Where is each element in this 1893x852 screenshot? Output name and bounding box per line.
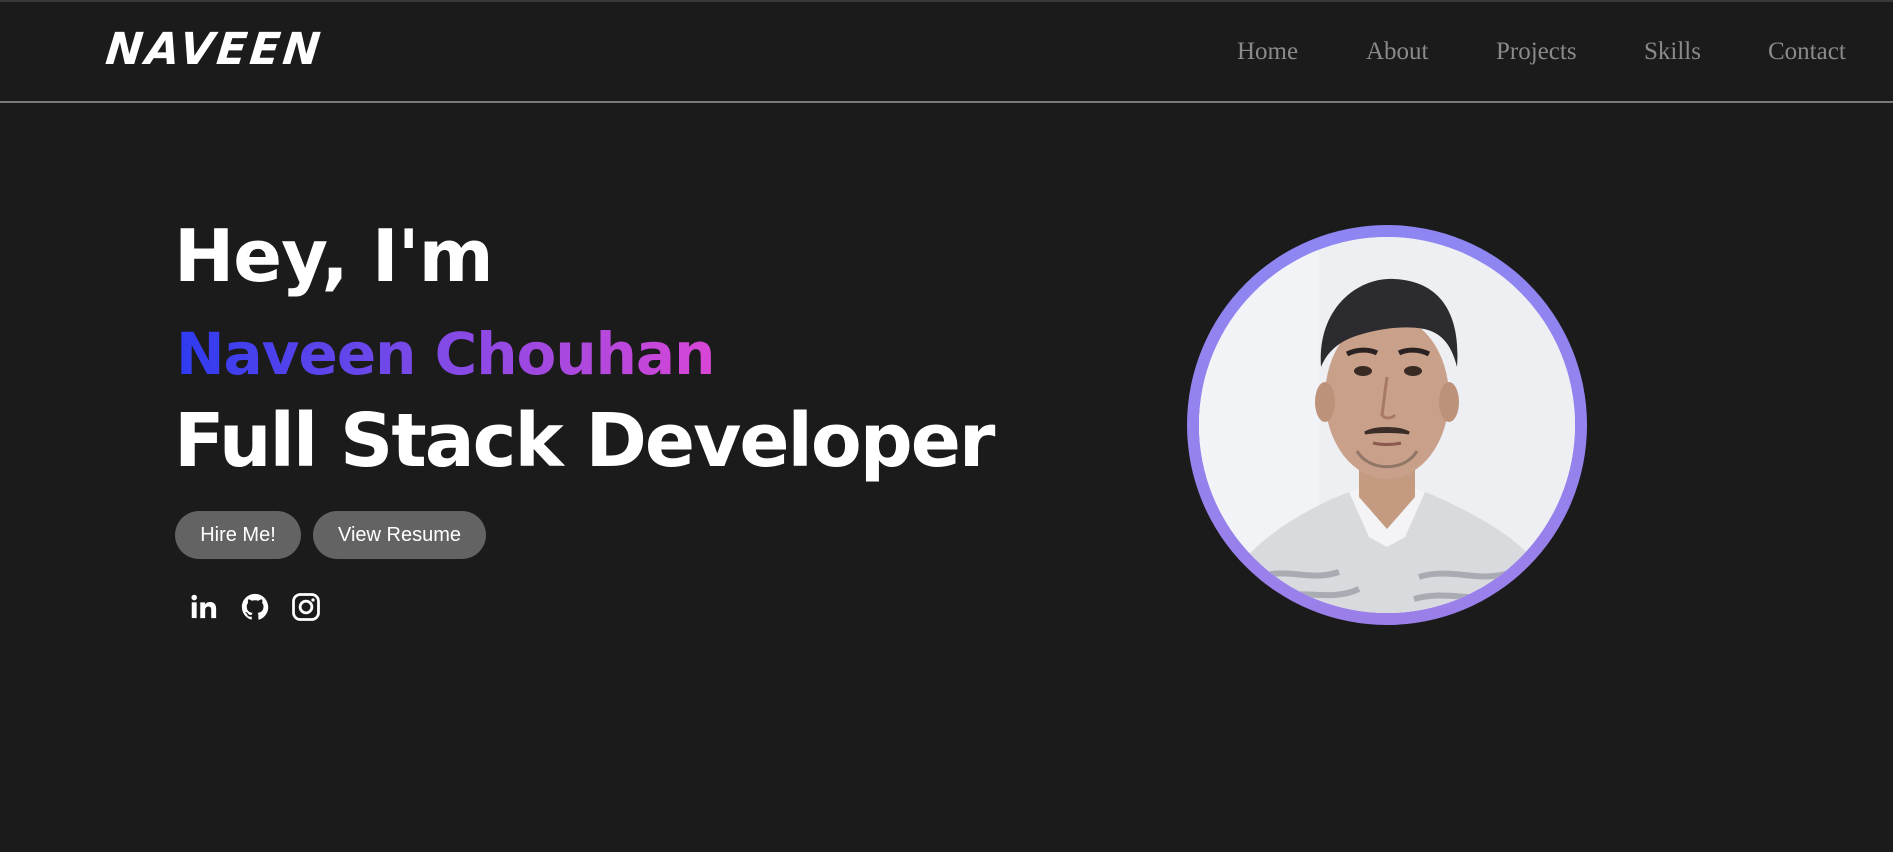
hero-role: Full Stack Developer bbox=[174, 398, 995, 484]
github-icon[interactable] bbox=[238, 590, 272, 624]
profile-photo bbox=[1199, 237, 1575, 613]
linkedin-glyph bbox=[191, 594, 217, 619]
profile-photo-ring bbox=[1187, 225, 1587, 625]
nav-about-link[interactable]: About bbox=[1366, 38, 1429, 66]
nav-contact-link[interactable]: Contact bbox=[1768, 38, 1846, 66]
nav-projects-link[interactable]: Projects bbox=[1496, 38, 1577, 66]
main-nav: Home About Projects Skills Contact bbox=[0, 38, 1893, 72]
top-navbar: NAVEEN Home About Projects Skills Contac… bbox=[0, 0, 1893, 103]
nav-skills-link[interactable]: Skills bbox=[1644, 38, 1701, 66]
hero-greeting: Hey, I'm bbox=[174, 214, 494, 298]
instagram-glyph bbox=[292, 593, 320, 621]
linkedin-icon[interactable] bbox=[187, 590, 221, 624]
view-resume-button[interactable]: View Resume bbox=[313, 511, 486, 559]
profile-photo-illustration bbox=[1199, 237, 1575, 613]
github-glyph bbox=[241, 593, 269, 620]
nav-home-link[interactable]: Home bbox=[1237, 38, 1298, 66]
hire-me-button[interactable]: Hire Me! bbox=[175, 511, 301, 559]
instagram-icon[interactable] bbox=[289, 590, 323, 624]
hero-name: Naveen Chouhan bbox=[176, 320, 715, 388]
